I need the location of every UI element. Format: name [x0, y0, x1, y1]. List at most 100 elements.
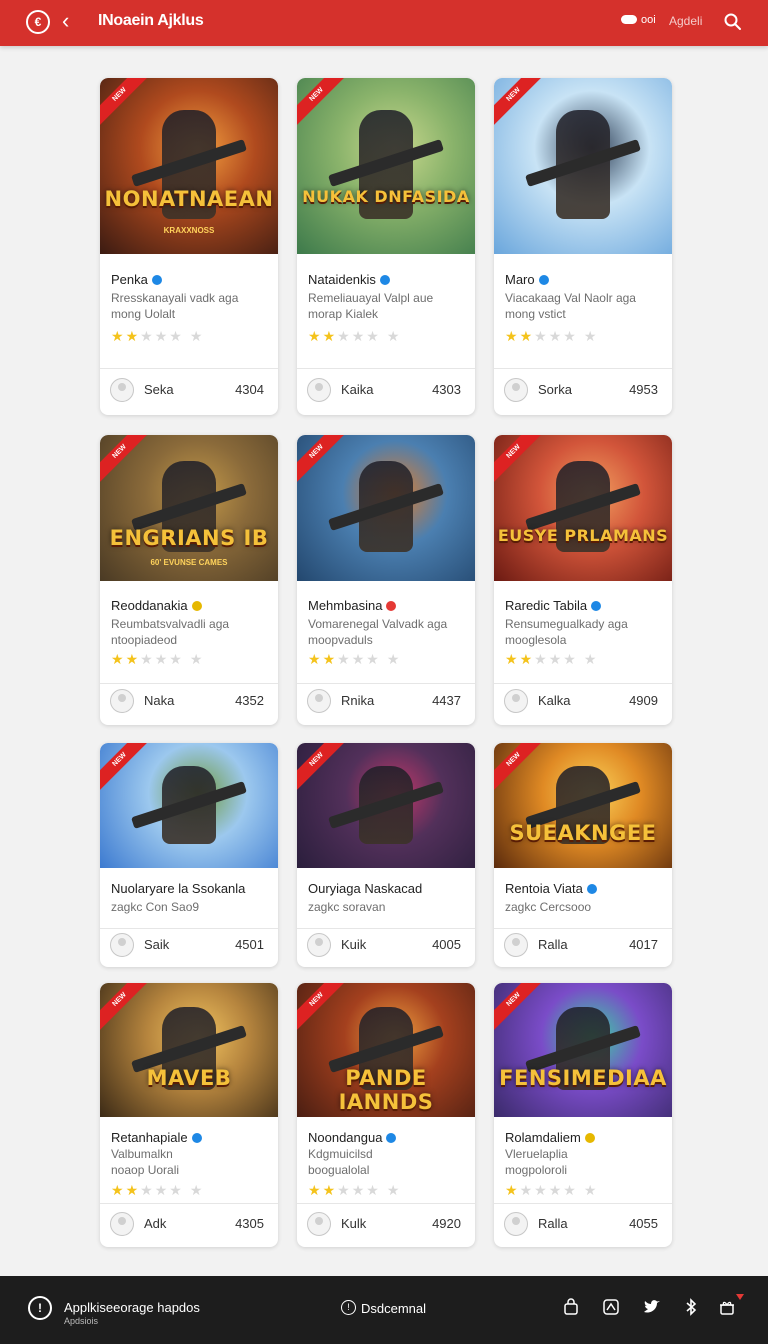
twitter-icon[interactable] — [642, 1298, 662, 1316]
game-title[interactable]: Nuolaryare la Ssokanla — [111, 881, 245, 896]
author-name[interactable]: Kaika — [341, 382, 374, 397]
game-card[interactable]: NEW NUKAK DNFASIDA Nataidenkis Remeliauayal… — [297, 78, 475, 415]
game-card[interactable]: NEW FENSIMEDIAA Rolamdaliem Vleruelaplia mog… — [494, 983, 672, 1247]
user-avatar-icon[interactable] — [307, 689, 331, 713]
game-card[interactable]: NEW PANDE IANNDS Noondangua Kdgmuicilsd boog… — [297, 983, 475, 1247]
download-icon[interactable]: ! — [341, 1300, 356, 1315]
user-avatar-icon[interactable] — [110, 378, 134, 402]
star-icon: ★ — [125, 1182, 141, 1198]
home-icon[interactable] — [602, 1298, 620, 1316]
author-name[interactable]: Rnika — [341, 693, 374, 708]
game-thumbnail[interactable]: NEW NUKAK DNFASIDA — [297, 78, 475, 254]
star-rating: ★★★★★ ★ — [111, 1182, 204, 1199]
game-thumbnail[interactable]: NEW NONATNAEAN KRAXXNOSS — [100, 78, 278, 254]
bag-icon[interactable] — [562, 1298, 580, 1316]
star-icon: ★ — [337, 328, 352, 344]
game-thumbnail[interactable]: NEW SUEAKNGEE — [494, 743, 672, 868]
user-avatar-icon[interactable] — [110, 1212, 134, 1236]
author-name[interactable]: Kulk — [341, 1216, 366, 1231]
game-card[interactable]: NEW Nuolaryare la Ssokanla zagkc Con Sao9 S… — [100, 743, 278, 967]
header-link[interactable]: Agdeli — [669, 14, 702, 28]
author-name[interactable]: Kuik — [341, 937, 366, 952]
game-card[interactable]: NEW Mehmbasina Vomarenegal Valvadk aga moop… — [297, 435, 475, 725]
author-name[interactable]: Ralla — [538, 937, 568, 952]
game-thumbnail[interactable]: NEW — [494, 78, 672, 254]
user-avatar-icon[interactable] — [504, 689, 528, 713]
star-icon: ★ — [189, 651, 205, 667]
game-title[interactable]: Ouryiaga Naskacad — [308, 881, 422, 896]
game-description: Reumbatsvalvadli aga — [111, 617, 230, 631]
game-title[interactable]: Mehmbasina — [308, 598, 397, 613]
user-avatar-icon[interactable] — [504, 1212, 528, 1236]
game-description-line2: mong vstict — [505, 307, 566, 321]
author-name[interactable]: Naka — [144, 693, 174, 708]
footer-mid-link[interactable]: Dsdcemnal — [361, 1301, 426, 1316]
footer-title[interactable]: Applkiseeorage hapdos — [64, 1300, 200, 1315]
game-thumbnail[interactable]: NEW PANDE IANNDS — [297, 983, 475, 1117]
player-count: 4501 — [235, 937, 264, 952]
game-description: Vomarenegal Valvadk aga — [308, 617, 448, 631]
game-card[interactable]: NEW ENGRIANS IB 60' EVUNSE CAMES Reoddanaki… — [100, 435, 278, 725]
app-logo-icon[interactable]: € — [26, 10, 50, 34]
game-card[interactable]: NEW Ouryiaga Naskacad zagkc soravan Kuik 400… — [297, 743, 475, 967]
game-title[interactable]: Maro — [505, 272, 549, 287]
user-avatar-icon[interactable] — [504, 933, 528, 957]
game-title[interactable]: Penka — [111, 272, 162, 287]
author-name[interactable]: Sorka — [538, 382, 572, 397]
game-title[interactable]: Noondangua — [308, 1130, 397, 1145]
card-divider — [297, 928, 475, 929]
user-avatar-icon[interactable] — [307, 1212, 331, 1236]
gift-icon[interactable] — [718, 1298, 736, 1316]
star-icon: ★ — [308, 328, 323, 344]
star-icon: ★ — [519, 651, 535, 667]
star-rating: ★★★★★ ★ — [308, 328, 401, 345]
game-thumbnail[interactable]: NEW — [297, 435, 475, 581]
game-thumbnail[interactable]: NEW ENGRIANS IB 60' EVUNSE CAMES — [100, 435, 278, 581]
player-count: 4017 — [629, 937, 658, 952]
game-thumbnail[interactable]: NEW — [297, 743, 475, 868]
author-name[interactable]: Saik — [144, 937, 169, 952]
game-title[interactable]: Nataidenkis — [308, 272, 390, 287]
game-description: zagkc soravan — [308, 900, 386, 914]
user-avatar-icon[interactable] — [504, 378, 528, 402]
card-divider — [494, 928, 672, 929]
user-avatar-icon[interactable] — [110, 933, 134, 957]
author-name[interactable]: Adk — [144, 1216, 166, 1231]
game-thumbnail[interactable]: NEW MAVEB — [100, 983, 278, 1117]
player-count: 4437 — [432, 693, 461, 708]
star-icon: ★ — [169, 328, 184, 344]
game-title-text: Maro — [505, 272, 535, 287]
mode-toggle[interactable] — [621, 15, 637, 24]
game-card[interactable]: NEW Maro Viacakaag Val Naolr aga mong vstic… — [494, 78, 672, 415]
game-title[interactable]: Rentoia Viata — [505, 881, 597, 896]
star-icon: ★ — [548, 1182, 564, 1198]
game-title[interactable]: Reoddanakia — [111, 598, 202, 613]
user-avatar-icon[interactable] — [307, 933, 331, 957]
back-arrow-icon[interactable]: ‹ — [62, 9, 69, 33]
star-icon: ★ — [337, 1182, 352, 1198]
game-card[interactable]: NEW SUEAKNGEE Rentoia Viata zagkc Cercsooo R… — [494, 743, 672, 967]
game-thumbnail[interactable]: NEW FENSIMEDIAA — [494, 983, 672, 1117]
game-title[interactable]: Rolamdaliem — [505, 1130, 595, 1145]
star-icon: ★ — [140, 1182, 155, 1198]
game-card[interactable]: NEW MAVEB Retanhapiale Valbumalkn noaop Uora… — [100, 983, 278, 1247]
card-divider — [100, 1203, 278, 1204]
player-count: 4352 — [235, 693, 264, 708]
info-icon[interactable]: ! — [28, 1296, 52, 1320]
author-name[interactable]: Seka — [144, 382, 174, 397]
user-avatar-icon[interactable] — [110, 689, 134, 713]
game-thumbnail[interactable]: NEW — [100, 743, 278, 868]
author-name[interactable]: Kalka — [538, 693, 571, 708]
bluetooth-icon[interactable] — [682, 1298, 700, 1316]
game-title-text: Ouryiaga Naskacad — [308, 881, 423, 896]
game-thumbnail[interactable]: NEW EUSYE PRLAMANS — [494, 435, 672, 581]
star-icon: ★ — [308, 1182, 323, 1198]
author-name[interactable]: Ralla — [538, 1216, 568, 1231]
user-avatar-icon[interactable] — [307, 378, 331, 402]
game-title[interactable]: Retanhapiale — [111, 1130, 202, 1145]
search-icon[interactable] — [722, 11, 744, 33]
game-title[interactable]: Raredic Tabila — [505, 598, 602, 613]
game-card[interactable]: NEW NONATNAEAN KRAXXNOSS Penka Rresskanayali… — [100, 78, 278, 415]
game-card[interactable]: NEW EUSYE PRLAMANS Raredic Tabila Rensumegu… — [494, 435, 672, 725]
game-description-line2: boogualolal — [308, 1163, 370, 1177]
